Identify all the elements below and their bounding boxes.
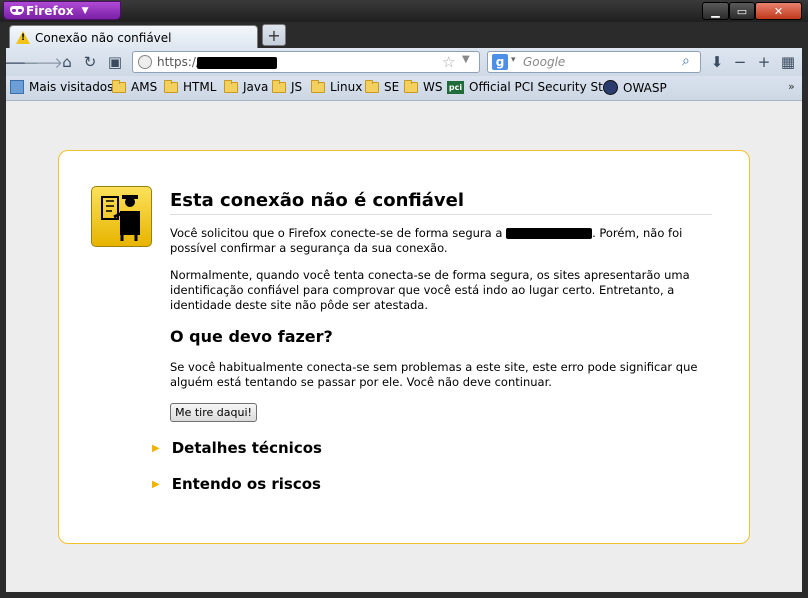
- download-icon[interactable]: ⬇: [707, 52, 727, 72]
- understand-risks-expander[interactable]: ▶ Entendo os riscos: [152, 475, 321, 493]
- most-visited-icon: [10, 80, 24, 94]
- window-frame-left: [0, 48, 6, 598]
- pci-icon: pci: [447, 80, 464, 94]
- bookmark-label: Official PCI Security St...: [469, 80, 615, 94]
- section-heading: O que devo fazer?: [170, 327, 333, 346]
- chevron-down-icon: ▼: [81, 5, 89, 16]
- bookmark-java[interactable]: Java: [224, 79, 269, 94]
- folder-icon: [365, 79, 379, 93]
- get-me-out-button[interactable]: Me tire daqui!: [170, 403, 257, 422]
- folder-icon: [164, 79, 178, 93]
- folder-icon: [112, 79, 126, 93]
- folder-icon: [404, 79, 418, 93]
- folder-icon: [224, 79, 238, 93]
- zoom-in-icon[interactable]: +: [754, 52, 774, 72]
- owasp-icon: [603, 80, 618, 95]
- chevron-down-icon[interactable]: ▼: [462, 54, 470, 65]
- bookmark-label: JS: [291, 80, 303, 94]
- star-icon[interactable]: ☆: [442, 53, 455, 71]
- tab-title: Conexão não confiável: [35, 30, 172, 45]
- forward-icon[interactable]: 🡒: [23, 52, 63, 72]
- plus-icon: +: [267, 25, 281, 45]
- triangle-right-icon: ▶: [152, 478, 160, 490]
- expander-label: Detalhes técnicos: [171, 439, 322, 457]
- title-bar: Firefox ▼ ▁ ▭ ✕: [0, 0, 808, 22]
- redacted-host: [506, 228, 593, 239]
- redacted-url: [197, 57, 277, 69]
- search-icon[interactable]: ⌕: [682, 53, 690, 69]
- chevron-right-icon[interactable]: »: [788, 80, 795, 93]
- url-bar[interactable]: https:// ☆ ▼: [132, 51, 480, 73]
- window-frame-right: [802, 48, 808, 598]
- maximize-button[interactable]: ▭: [729, 2, 755, 20]
- search-input[interactable]: Google: [523, 55, 565, 69]
- bookmark-manager-icon[interactable]: ▣: [105, 52, 125, 72]
- grid-icon[interactable]: ▦: [778, 52, 798, 72]
- warning-icon: !: [16, 31, 30, 44]
- firefox-menu-button[interactable]: Firefox ▼: [3, 1, 121, 20]
- triangle-right-icon: ▶: [152, 442, 160, 454]
- firefox-mask-icon: [10, 6, 24, 15]
- bookmark-owasp[interactable]: OWASP: [603, 80, 667, 95]
- bookmark-label: AMS: [131, 80, 158, 94]
- bookmark-pci[interactable]: pci Official PCI Security St...: [447, 80, 614, 94]
- search-bar[interactable]: g ▾ Google ⌕: [487, 51, 701, 73]
- reload-icon[interactable]: ↻: [80, 52, 100, 72]
- tab-active[interactable]: ! Conexão não confiável: [9, 25, 258, 49]
- page-content: Esta conexão não é confiável Você solici…: [6, 101, 802, 592]
- bookmark-ams[interactable]: AMS: [112, 79, 158, 94]
- advice-paragraph: Se você habitualmente conecta-se sem pro…: [170, 360, 698, 389]
- bookmark-se[interactable]: SE: [365, 79, 400, 94]
- home-icon[interactable]: ⌂: [57, 52, 77, 72]
- bookmark-label: OWASP: [623, 80, 667, 95]
- bookmark-ws[interactable]: WS: [404, 79, 443, 94]
- bookmark-label: Java: [243, 80, 269, 94]
- expander-label: Entendo os riscos: [171, 475, 321, 493]
- globe-icon: [138, 55, 152, 69]
- browser-window: Firefox ▼ ▁ ▭ ✕ ! Conexão não confiável …: [0, 0, 808, 598]
- firefox-button-label: Firefox: [26, 3, 74, 18]
- bookmark-html[interactable]: HTML: [164, 79, 217, 94]
- google-icon[interactable]: g: [492, 54, 508, 70]
- new-tab-button[interactable]: +: [262, 24, 286, 46]
- bookmark-label: Linux: [330, 80, 363, 94]
- bookmark-label: SE: [384, 80, 400, 94]
- intro-text-a: Você solicitou que o Firefox conecte-se …: [170, 226, 503, 240]
- bookmark-linux[interactable]: Linux: [311, 79, 363, 94]
- chevron-down-icon[interactable]: ▾: [511, 55, 516, 65]
- tab-strip: ! Conexão não confiável: [0, 22, 808, 49]
- page-title: Esta conexão não é confiável: [170, 190, 712, 215]
- window-frame-bottom: [0, 592, 808, 598]
- navigation-toolbar: 🡐 🡒 ⌂ ↻ ▣ https:// ☆ ▼ g ▾ Google ⌕ ⬇ − …: [0, 48, 802, 76]
- bookmark-label: WS: [423, 80, 443, 94]
- minimize-button[interactable]: ▁: [702, 2, 729, 20]
- bookmark-label: Mais visitados: [29, 80, 114, 94]
- folder-icon: [311, 79, 325, 93]
- close-window-button[interactable]: ✕: [755, 2, 802, 20]
- security-officer-icon: [91, 186, 152, 247]
- folder-icon: [272, 79, 286, 93]
- bookmark-mais-visitados[interactable]: Mais visitados: [10, 80, 113, 94]
- intro-paragraph: Você solicitou que o Firefox conecte-se …: [170, 226, 720, 256]
- technical-details-expander[interactable]: ▶ Detalhes técnicos: [152, 439, 322, 457]
- bookmark-js[interactable]: JS: [272, 79, 303, 94]
- url-text: https://: [157, 55, 201, 69]
- zoom-out-icon[interactable]: −: [730, 52, 750, 72]
- bookmark-label: HTML: [183, 80, 217, 94]
- bookmarks-toolbar: Mais visitados AMS HTML Java JS Linux SE: [6, 76, 802, 101]
- error-card: Esta conexão não é confiável Você solici…: [58, 150, 750, 544]
- explanation-paragraph: Normalmente, quando você tenta conecta-s…: [170, 268, 690, 312]
